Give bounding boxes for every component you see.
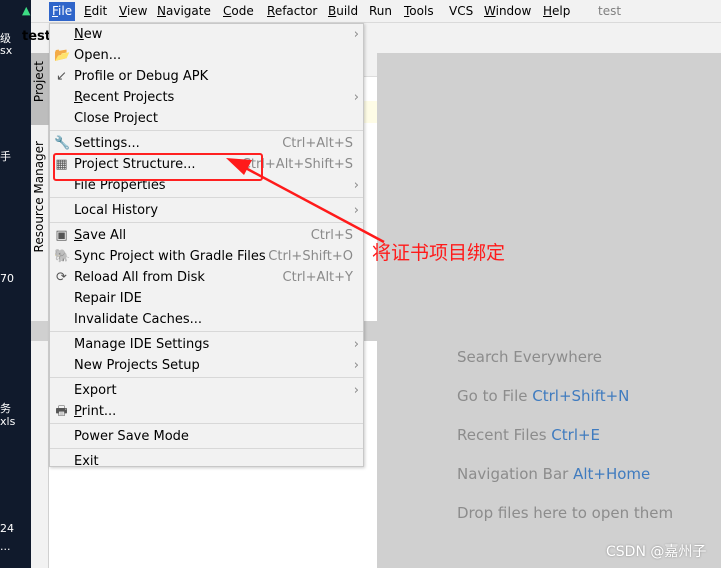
annotation-arrow — [226, 158, 385, 244]
annotation-text: 将证书项目绑定 — [372, 242, 506, 264]
